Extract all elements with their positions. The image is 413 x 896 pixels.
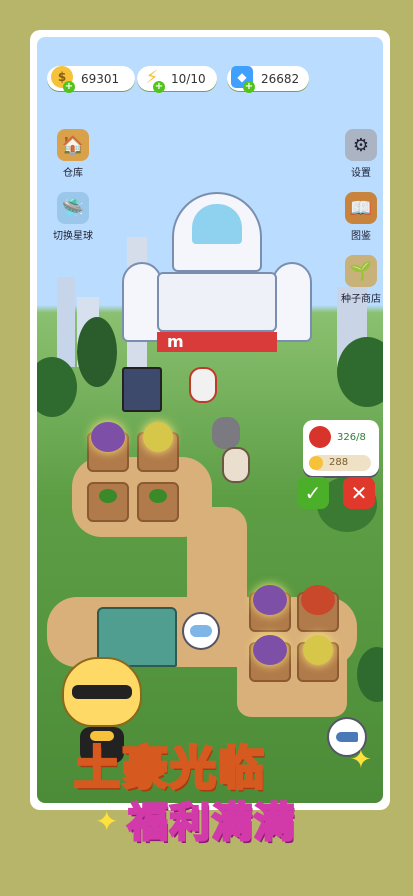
shopkeeper-cat[interactable] xyxy=(189,367,217,403)
gem-value: 26682 xyxy=(261,71,300,86)
city-building xyxy=(57,277,75,367)
menu-seed-shop[interactable]: 🌱 种子商店 xyxy=(333,255,383,305)
menu-collection[interactable]: 📖 图鉴 xyxy=(333,192,383,242)
game-scene: m 326/8 288 ✓ ✕ 🏠 仓库 🛸 切换星球 ⚙ 设置 📖 图鉴 🌱 … xyxy=(37,37,383,803)
phone-frame: m 326/8 288 ✓ ✕ 🏠 仓库 🛸 切换星球 ⚙ 设置 📖 图鉴 🌱 … xyxy=(30,30,390,810)
add-coins-icon[interactable]: + xyxy=(63,81,75,93)
tree xyxy=(357,647,383,702)
gamepad-icon xyxy=(190,625,212,637)
crop-price: 288 xyxy=(329,457,349,468)
menu-settings-label: 设置 xyxy=(351,168,371,179)
grey-cat[interactable] xyxy=(212,417,240,449)
spaceship-base[interactable]: m xyxy=(122,192,312,372)
gear-icon: ⚙ xyxy=(345,129,377,161)
menu-settings[interactable]: ⚙ 设置 xyxy=(333,129,383,179)
coin-value: 69301 xyxy=(81,71,120,86)
fish-icon xyxy=(336,732,358,742)
gamepad-bubble[interactable] xyxy=(182,612,220,650)
add-energy-icon[interactable]: + xyxy=(153,81,165,93)
sprout-crop[interactable] xyxy=(149,489,167,503)
chili-crop[interactable] xyxy=(301,585,335,615)
crop-amount: 326/8 xyxy=(337,432,366,443)
planet-ufo-icon: 🛸 xyxy=(57,192,89,224)
slogan-line-2: 福利满满 xyxy=(127,799,296,848)
tree xyxy=(337,337,383,407)
sparkle-icon: ✦ xyxy=(350,745,372,775)
energy-value: 10/10 xyxy=(171,71,206,86)
confirm-button[interactable]: ✓ xyxy=(297,477,329,509)
energy-counter[interactable]: ⚡ + 10/10 xyxy=(137,66,217,93)
tree xyxy=(77,317,117,387)
shop-sign: m xyxy=(167,332,184,351)
vending-machine[interactable] xyxy=(122,367,162,412)
menu-warehouse[interactable]: 🏠 仓库 xyxy=(45,129,101,179)
menu-warehouse-label: 仓库 xyxy=(63,168,83,179)
cancel-button[interactable]: ✕ xyxy=(343,477,375,509)
eggplant-crop[interactable] xyxy=(253,585,287,615)
siamese-cat[interactable] xyxy=(222,447,250,483)
tomato-icon xyxy=(309,426,331,448)
slogan-line-1: 土豪光临 xyxy=(73,740,266,797)
eggplant-crop[interactable] xyxy=(91,422,125,452)
crop-info-panel: 326/8 288 xyxy=(303,420,379,476)
sprout-crop[interactable] xyxy=(99,489,117,503)
book-icon: 📖 xyxy=(345,192,377,224)
corn-crop[interactable] xyxy=(303,635,333,665)
menu-collection-label: 图鉴 xyxy=(351,231,371,242)
menu-switch-planet-label: 切换星球 xyxy=(53,231,93,242)
coin-counter[interactable]: $ + 69301 xyxy=(47,66,135,93)
add-gems-icon[interactable]: + xyxy=(243,81,255,93)
corn-crop[interactable] xyxy=(143,422,173,452)
menu-seed-shop-label: 种子商店 xyxy=(341,294,381,305)
eggplant-crop[interactable] xyxy=(253,635,287,665)
warehouse-icon: 🏠 xyxy=(57,129,89,161)
coin-icon xyxy=(309,456,323,470)
seed-bag-icon: 🌱 xyxy=(345,255,377,287)
gem-counter[interactable]: ◆ + 26682 xyxy=(227,66,309,93)
menu-switch-planet[interactable]: 🛸 切换星球 xyxy=(45,192,101,242)
sparkle-icon: ✦ xyxy=(95,805,119,838)
